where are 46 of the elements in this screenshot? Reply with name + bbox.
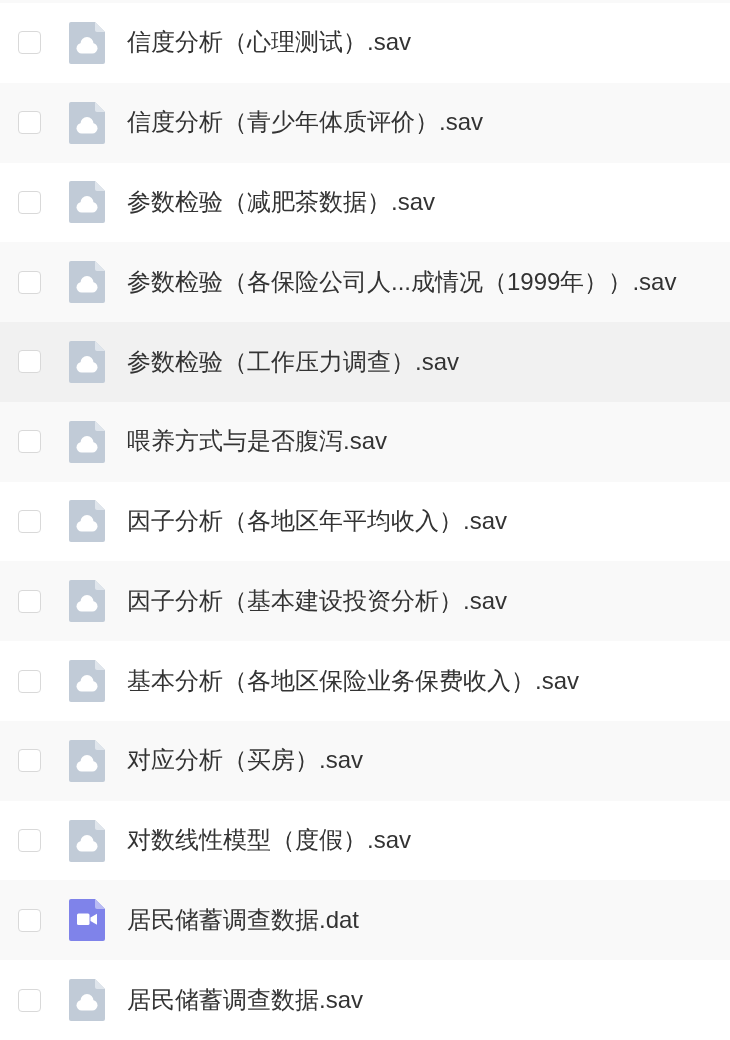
cloud-file-icon [69, 500, 105, 543]
checkbox[interactable] [18, 270, 41, 294]
cloud-file-icon [69, 979, 105, 1022]
checkbox[interactable] [18, 988, 41, 1012]
cloud-file-icon [69, 181, 105, 224]
checkbox[interactable] [18, 509, 41, 533]
cloud-file-icon [69, 340, 105, 383]
checkbox[interactable] [18, 829, 41, 853]
cloud-file-icon [69, 101, 105, 144]
cloud-file-icon [69, 261, 105, 304]
checkbox[interactable] [18, 350, 41, 374]
checkbox[interactable] [18, 589, 41, 613]
file-name: 参数检验（各保险公司人...成情况（1999年））.sav [127, 267, 677, 297]
file-name: 基本分析（各地区保险业务保费收入）.sav [127, 666, 579, 696]
checkbox[interactable] [18, 669, 41, 693]
file-name: 对数线性模型（度假）.sav [127, 826, 411, 855]
file-row[interactable]: 参数检验（减肥茶数据）.sav [0, 162, 730, 243]
checkbox[interactable] [18, 749, 41, 773]
cloud-file-icon [69, 21, 105, 64]
cloud-file-icon [69, 420, 105, 463]
file-name: 信度分析（心理测试）.sav [127, 28, 411, 58]
cloud-file-icon [69, 819, 105, 862]
cloud-file-icon [69, 739, 105, 782]
file-name: 因子分析（各地区年平均收入）.sav [127, 507, 507, 536]
file-row[interactable]: 参数检验（工作压力调查）.sav [0, 322, 730, 402]
cloud-file-icon [69, 580, 105, 623]
file-row[interactable]: 因子分析（各地区年平均收入）.sav [0, 481, 730, 562]
file-name: 参数检验（工作压力调查）.sav [127, 347, 459, 377]
file-row[interactable]: 对数线性模型（度假）.sav [0, 800, 730, 881]
file-row[interactable]: 居民储蓄调查数据.sav [0, 960, 730, 1040]
file-name: 信度分析（青少年体质评价）.sav [127, 108, 483, 138]
file-name: 参数检验（减肥茶数据）.sav [127, 188, 435, 217]
checkbox[interactable] [18, 430, 41, 454]
video-file-icon [69, 899, 105, 942]
cloud-file-icon [69, 660, 105, 702]
checkbox[interactable] [18, 111, 41, 135]
file-name: 喂养方式与是否腹泻.sav [127, 427, 387, 457]
checkbox[interactable] [18, 190, 41, 214]
file-name: 因子分析（基本建设投资分析）.sav [127, 586, 507, 616]
file-row[interactable]: 基本分析（各地区保险业务保费收入）.sav [0, 641, 730, 721]
checkbox[interactable] [18, 31, 41, 55]
file-name: 居民储蓄调查数据.dat [127, 905, 360, 935]
file-name: 对应分析（买房）.sav [127, 746, 363, 776]
file-name: 居民储蓄调查数据.sav [127, 985, 363, 1015]
file-row[interactable]: 信度分析（心理测试）.sav [0, 3, 730, 83]
checkbox[interactable] [18, 908, 41, 932]
